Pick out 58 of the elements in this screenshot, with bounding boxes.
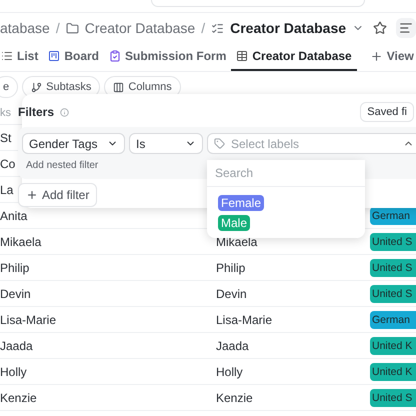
saved-filters-button[interactable]: Saved fi: [360, 102, 414, 122]
table-cell: Holly: [0, 364, 27, 378]
search-field[interactable]: Search: [207, 160, 365, 187]
table-cell: Devin: [0, 286, 31, 300]
breadcrumb-item[interactable]: Creator Database: [84, 20, 196, 36]
country-tag: United S: [370, 232, 416, 250]
breadcrumb-item[interactable]: Creator Database: [230, 20, 346, 36]
table-cell: St: [0, 130, 12, 144]
table-cell: Kenzie: [216, 390, 253, 404]
table-cell: Anita: [0, 208, 28, 222]
label-option[interactable]: Female: [218, 195, 264, 211]
columns-icon: [113, 82, 124, 92]
add-filter-button[interactable]: Add filter: [18, 183, 98, 207]
table-cell: Holly: [216, 364, 243, 378]
view-tab[interactable]: Board: [43, 43, 104, 71]
table-icon: [236, 50, 248, 62]
table-cell: Lisa-Marie: [0, 312, 56, 326]
country-tag: United K: [370, 336, 416, 354]
folder-icon: [66, 22, 79, 34]
table-cell: Devin: [216, 286, 247, 300]
table-cell: Philip: [0, 260, 30, 274]
table-cell: Philip: [216, 260, 246, 274]
table-cell: Mikaela: [216, 234, 258, 248]
country-tag: United S: [370, 258, 416, 276]
country-tag: United S: [370, 388, 416, 406]
table-cell: Lisa-Marie: [216, 312, 272, 326]
menu-button[interactable]: [396, 18, 416, 38]
view-tab[interactable]: List: [0, 43, 44, 71]
board-icon: [48, 50, 60, 62]
lines-icon: [399, 21, 414, 35]
info-icon: [60, 108, 70, 116]
country-tag: United K: [370, 362, 416, 380]
tag-icon: [214, 138, 225, 149]
operator-select[interactable]: Is: [129, 133, 203, 154]
add-nested-filter-link[interactable]: Add nested filter: [22, 160, 98, 171]
subtasks-icon: [31, 82, 42, 92]
plus-icon: [370, 50, 383, 62]
add-view-button[interactable]: View: [364, 43, 416, 71]
breadcrumb-item[interactable]: atabase: [0, 20, 50, 36]
table-cell: Co: [0, 156, 16, 170]
form-icon: [109, 50, 122, 62]
table-cell: Jaada: [0, 338, 33, 352]
country-tag: German: [370, 310, 416, 328]
breadcrumb-separator: /: [56, 20, 60, 36]
checklist-icon: [211, 22, 224, 34]
field-select[interactable]: Gender Tags: [22, 133, 125, 154]
filters-title: Filters: [18, 105, 54, 119]
table-cell: Mikaela: [0, 234, 42, 248]
plus-icon: [26, 189, 38, 201]
country-tag: United S: [370, 284, 416, 302]
table-cell: La: [0, 182, 14, 196]
breadcrumb-separator: /: [201, 20, 206, 36]
toolbar-chip[interactable]: e: [0, 76, 18, 98]
table-cell: Jaada: [216, 338, 249, 352]
table-cell: Kenzie: [0, 390, 37, 404]
column-header: ks: [0, 107, 11, 119]
view-tab[interactable]: Submission Form: [104, 43, 232, 71]
view-tab[interactable]: Creator Database: [231, 43, 357, 71]
